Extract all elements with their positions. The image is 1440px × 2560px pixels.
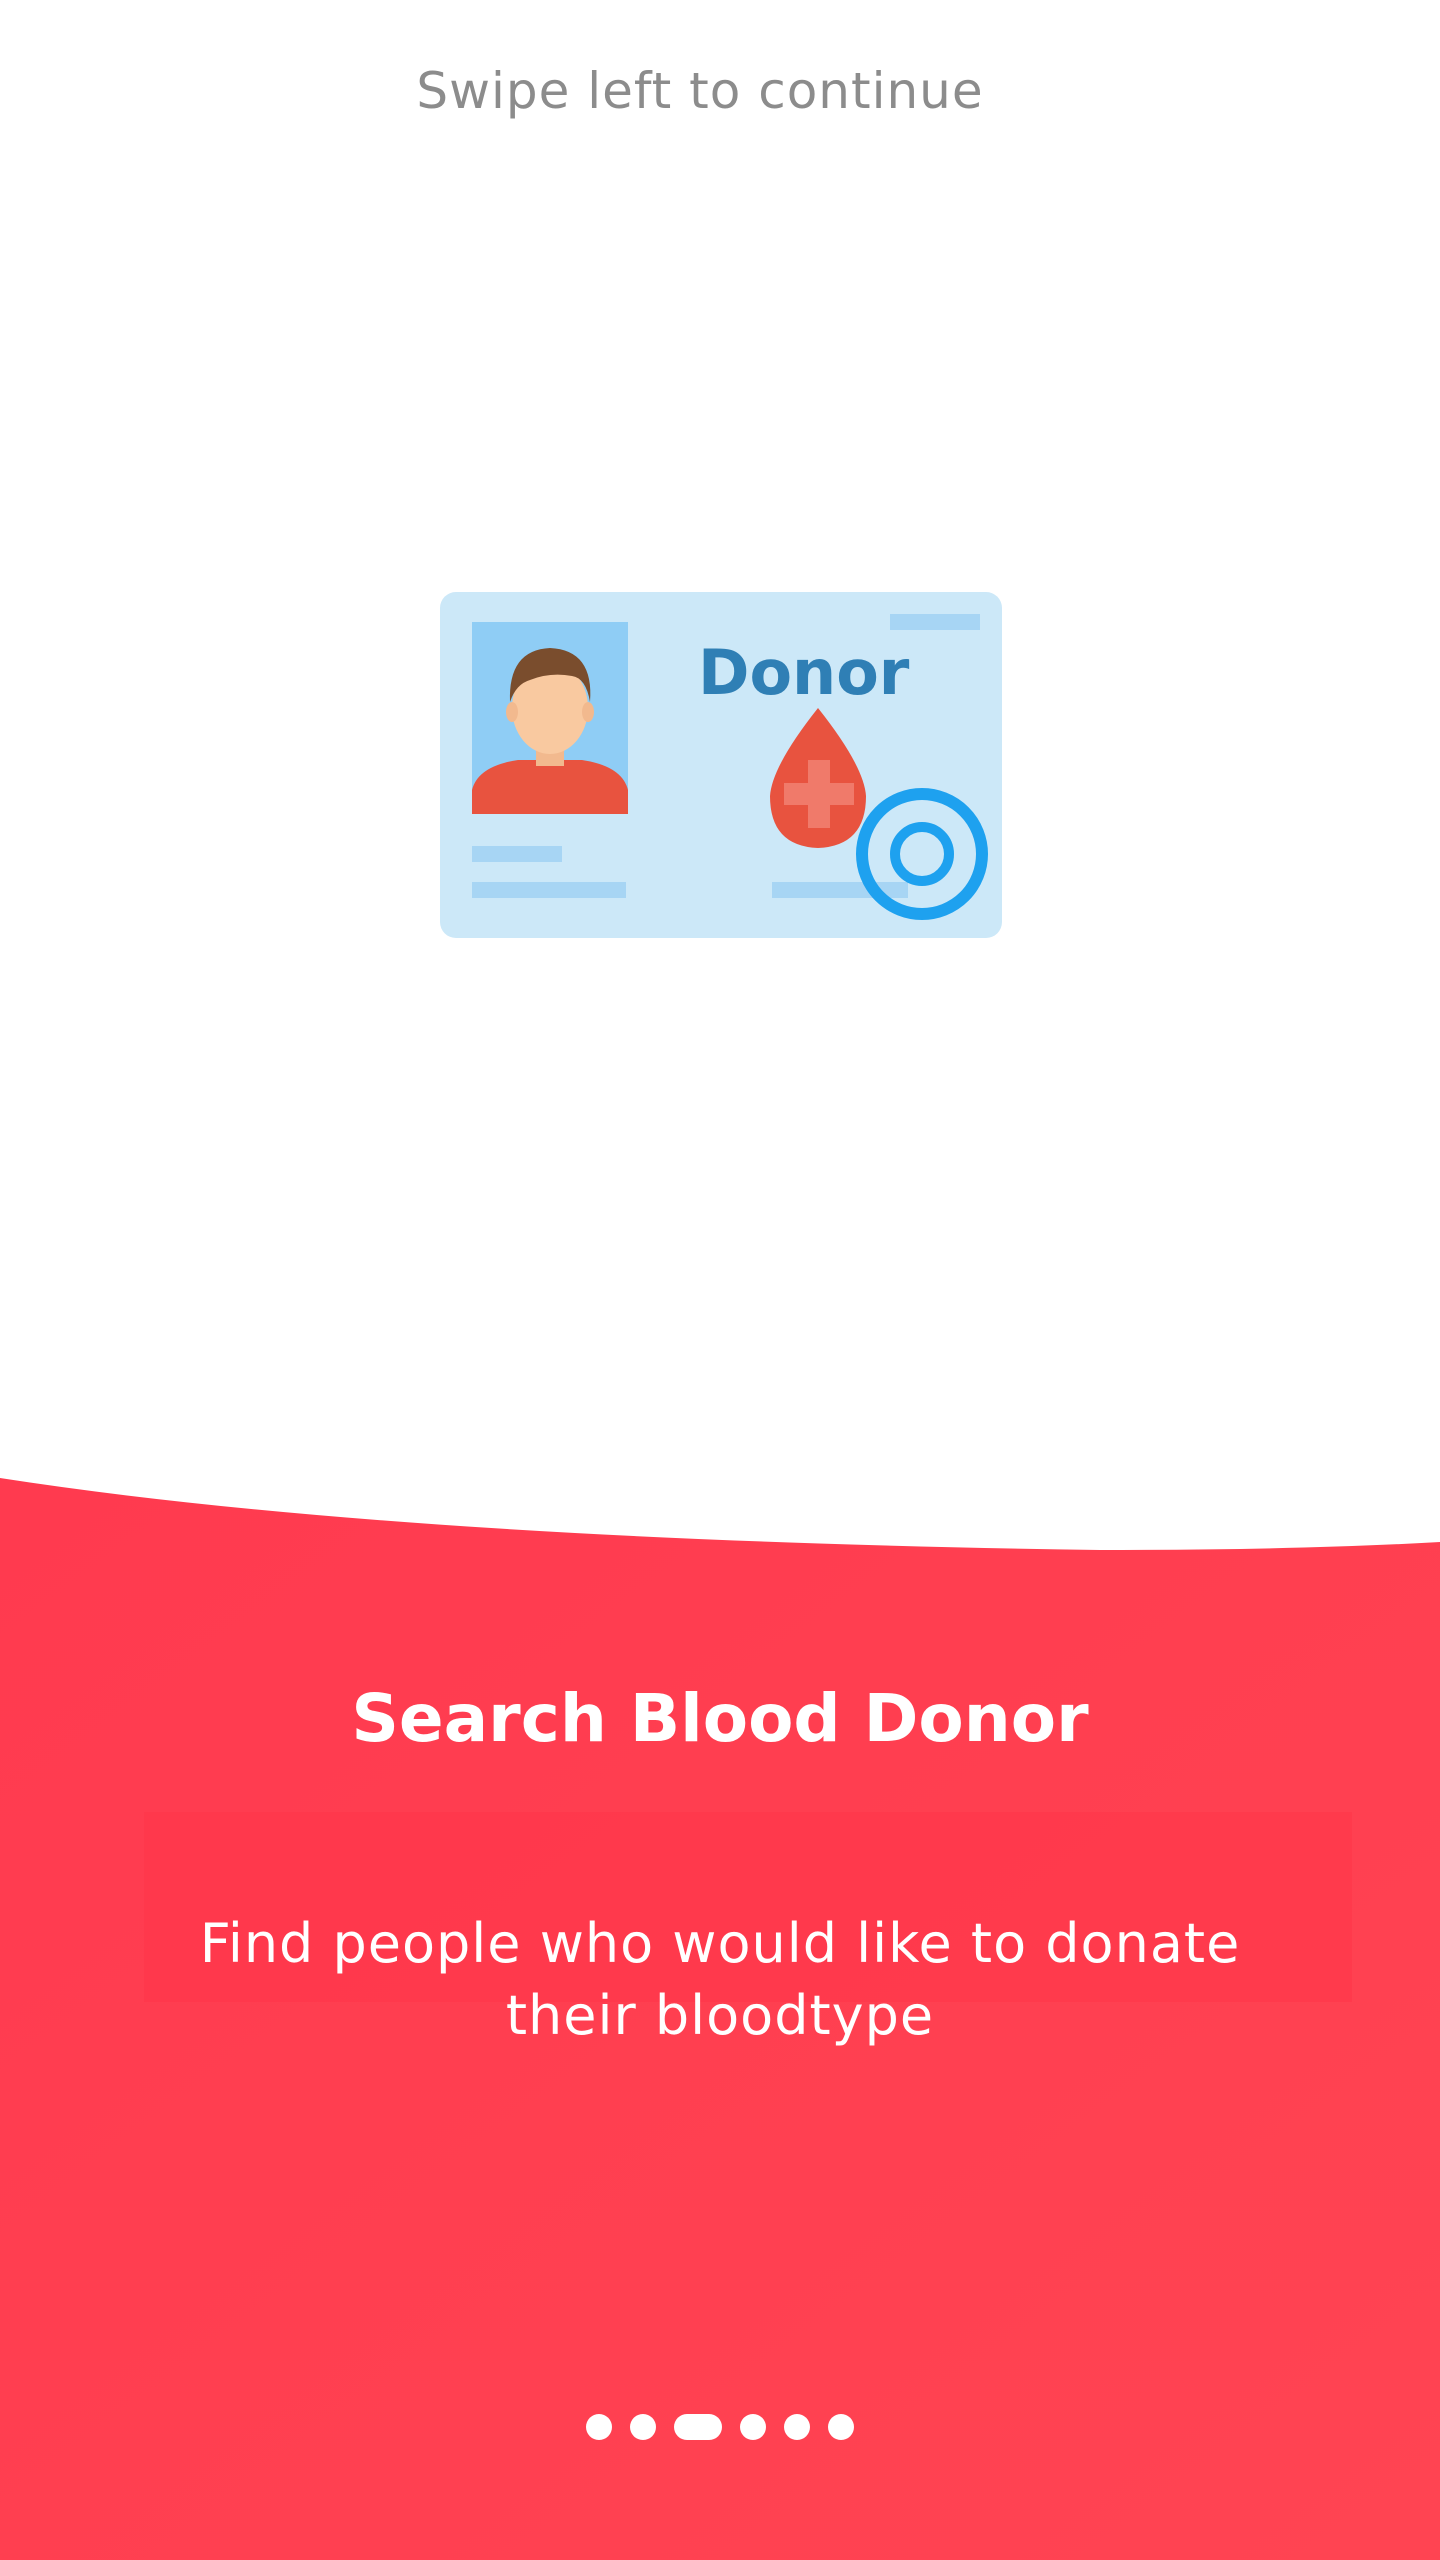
page-dot[interactable] xyxy=(740,2414,766,2440)
page-dot[interactable] xyxy=(630,2414,656,2440)
slide-description: Find people who would like to donate the… xyxy=(170,1908,1270,2052)
description-line: their bloodtype xyxy=(505,1984,935,2047)
card-label: Donor xyxy=(698,636,910,709)
page-dot-active[interactable] xyxy=(674,2414,722,2440)
page-dot[interactable] xyxy=(784,2414,810,2440)
onboarding-screen[interactable]: Swipe left to continue Donor Search Bloo… xyxy=(0,0,1440,2560)
person-shirt xyxy=(472,760,628,814)
page-indicator[interactable] xyxy=(0,2414,1440,2440)
swipe-hint: Swipe left to continue xyxy=(416,62,984,120)
description-line: Find people who would like to donate xyxy=(199,1912,1241,1975)
page-dot[interactable] xyxy=(586,2414,612,2440)
page-dot[interactable] xyxy=(828,2414,854,2440)
donor-card-icon: Donor xyxy=(438,590,1004,940)
slide-title: Search Blood Donor xyxy=(351,1680,1089,1757)
